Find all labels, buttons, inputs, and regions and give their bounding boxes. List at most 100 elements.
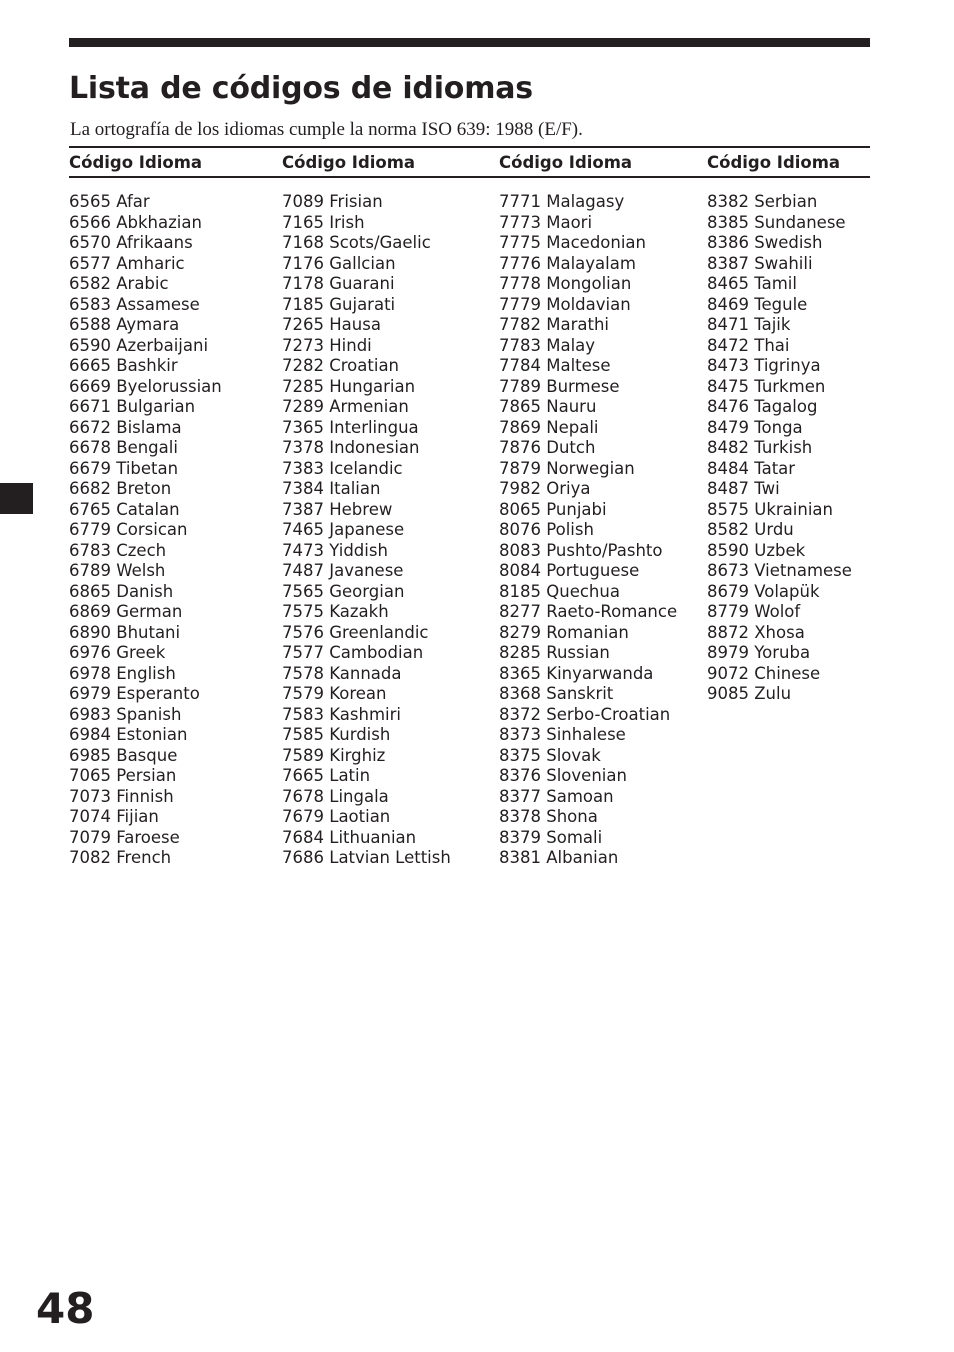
table-row: 7089 Frisian	[282, 192, 499, 213]
language-code: 8575	[707, 499, 749, 519]
table-row: 6976 Greek	[69, 643, 282, 664]
table-row: 7583 Kashmiri	[282, 705, 499, 726]
language-code: 6865	[69, 581, 111, 601]
table-row: 7577 Cambodian	[282, 643, 499, 664]
language-name: Esperanto	[111, 684, 200, 703]
language-code: 7771	[499, 192, 541, 211]
language-code: 8385	[707, 212, 749, 232]
language-code: 8372	[499, 704, 541, 724]
table-column-4: 8382 Serbian 8385 Sundanese 8386 Swedish 83…	[707, 192, 870, 869]
language-code: 7686	[282, 848, 324, 867]
language-name: Persian	[111, 766, 177, 785]
language-code: 7365	[282, 417, 324, 437]
language-name: Shona	[541, 807, 598, 826]
table-row: 8979 Yoruba	[707, 643, 870, 664]
language-code: 8469	[707, 294, 749, 314]
language-name: Lithuanian	[324, 827, 417, 847]
language-code: 6682	[69, 479, 111, 498]
language-name: Kirghiz	[324, 745, 386, 765]
language-name: Bashkir	[111, 356, 178, 375]
language-name: Cambodian	[324, 643, 424, 662]
language-code: 6582	[69, 274, 111, 293]
language-code: 6566	[69, 212, 111, 232]
language-code: 7679	[282, 807, 324, 826]
table-row: 7365 Interlingua	[282, 418, 499, 439]
table-row: 7783 Malay	[499, 336, 707, 357]
language-code: 8084	[499, 561, 541, 580]
language-name: Bulgarian	[111, 397, 196, 416]
language-code: 7779	[499, 294, 541, 314]
language-name: Raeto-Romance	[541, 602, 678, 621]
table-row: 7782 Marathi	[499, 315, 707, 336]
table-row: 7776 Malayalam	[499, 254, 707, 275]
table-row: 7879 Norwegian	[499, 459, 707, 480]
table-row: 8373 Sinhalese	[499, 725, 707, 746]
language-code: 7578	[282, 663, 324, 683]
language-name: Polish	[541, 520, 594, 539]
language-code: 8381	[499, 848, 541, 867]
language-name: Yoruba	[749, 643, 811, 662]
table-row: 7665 Latin	[282, 766, 499, 787]
language-code: 8476	[707, 397, 749, 416]
table-row: 8471 Tajik	[707, 315, 870, 336]
language-name: Laotian	[324, 807, 391, 826]
language-code: 7678	[282, 786, 324, 806]
table-row: 8582 Urdu	[707, 520, 870, 541]
language-name: Nauru	[541, 397, 597, 416]
language-name: Twi	[749, 479, 780, 498]
language-name: Mongolian	[541, 274, 632, 293]
table-row: 8472 Thai	[707, 336, 870, 357]
language-name: Turkish	[749, 438, 813, 457]
language-name: Scots/Gaelic	[324, 233, 431, 252]
language-code: 6583	[69, 294, 111, 314]
language-name: Byelorussian	[111, 376, 222, 396]
table-row: 8469 Tegule	[707, 295, 870, 316]
language-name: Tagalog	[749, 397, 818, 416]
language-name: Swahili	[749, 253, 813, 273]
language-code: 8376	[499, 766, 541, 785]
table-row: 6890 Bhutani	[69, 623, 282, 644]
language-code: 7684	[282, 827, 324, 847]
language-name: Tonga	[749, 417, 803, 437]
language-name: Javanese	[324, 561, 404, 580]
language-name: Kannada	[324, 663, 402, 683]
language-name: Lingala	[324, 786, 389, 806]
language-name: Indonesian	[324, 438, 420, 457]
language-name: Finnish	[111, 786, 174, 806]
table-row: 7073 Finnish	[69, 787, 282, 808]
language-name: Amharic	[111, 253, 185, 273]
table-row: 7176 Gallcian	[282, 254, 499, 275]
table-row: 7565 Georgian	[282, 582, 499, 603]
column-header-1: Código Idioma	[69, 152, 203, 172]
language-code: 7869	[499, 417, 541, 437]
language-code: 8379	[499, 827, 541, 847]
table-row: 8382 Serbian	[707, 192, 870, 213]
table-row: 7265 Hausa	[282, 315, 499, 336]
language-code: 7876	[499, 438, 541, 457]
language-code: 7789	[499, 376, 541, 396]
table-row: 7387 Hebrew	[282, 500, 499, 521]
language-name: Spanish	[111, 704, 182, 724]
table-row: 6588 Aymara	[69, 315, 282, 336]
language-name: Nepali	[541, 417, 599, 437]
table-row: 7585 Kurdish	[282, 725, 499, 746]
language-name: Bislama	[111, 417, 182, 437]
language-name: Hungarian	[324, 376, 416, 396]
language-name: Maori	[541, 212, 593, 232]
language-name: Kazakh	[324, 602, 389, 621]
table-row: 7168 Scots/Gaelic	[282, 233, 499, 254]
table-row: 6779 Corsican	[69, 520, 282, 541]
table-row: 6565 Afar	[69, 192, 282, 213]
language-code: 6985	[69, 745, 111, 765]
language-name: Marathi	[541, 315, 609, 334]
language-name: Malagasy	[541, 192, 625, 211]
language-code: 7982	[499, 479, 541, 498]
language-code: 7289	[282, 397, 324, 416]
language-name: Malay	[541, 335, 596, 355]
language-name: Kurdish	[324, 725, 391, 744]
language-name: Bhutani	[111, 622, 181, 642]
language-code: 7665	[282, 766, 324, 785]
language-code: 6890	[69, 622, 111, 642]
language-code: 8373	[499, 725, 541, 744]
column-header-4: Código Idioma	[707, 152, 841, 172]
